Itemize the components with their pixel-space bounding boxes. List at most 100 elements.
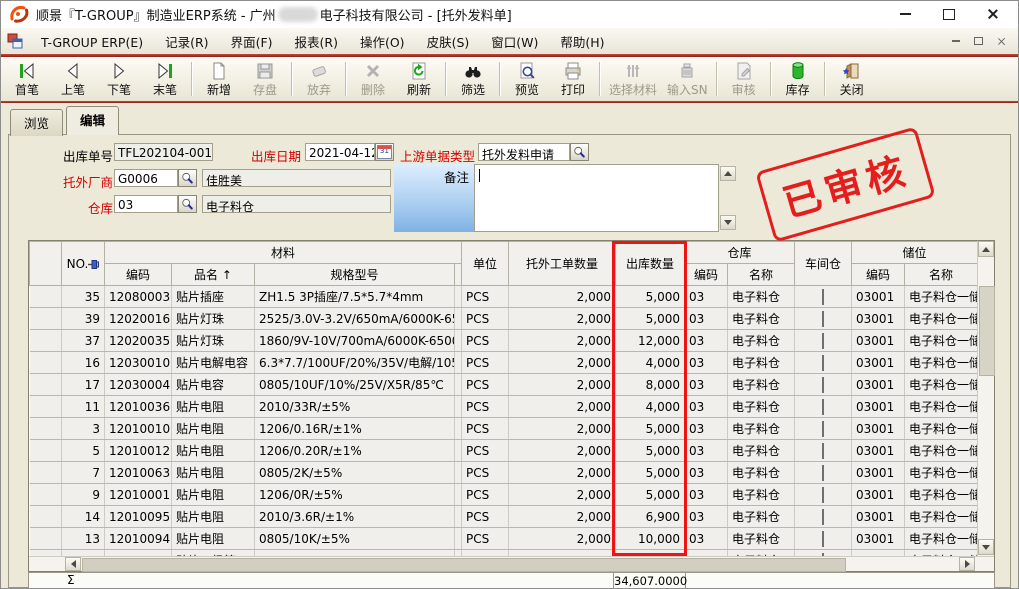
- cell-unit[interactable]: PCS: [462, 440, 509, 462]
- cell-material-name[interactable]: 贴片电阻: [172, 396, 255, 418]
- cell-spec[interactable]: 2010/33R/±5%: [255, 396, 455, 418]
- cell-warehouse-name[interactable]: 电子料仓: [728, 440, 795, 462]
- cell-out-qty[interactable]: 5,000: [616, 440, 685, 462]
- cell-warehouse-code[interactable]: 03: [685, 506, 728, 528]
- cell-bin-code[interactable]: 03001: [852, 286, 905, 308]
- cell-unit[interactable]: PCS: [462, 462, 509, 484]
- toolbar-button-last[interactable]: 末笔: [142, 59, 188, 99]
- cell-bin-code[interactable]: 03001: [852, 506, 905, 528]
- cell-warehouse-name[interactable]: 电子料仓: [728, 506, 795, 528]
- horizontal-scroll-thumb[interactable]: [82, 558, 846, 572]
- cell-warehouse-code[interactable]: 03: [685, 418, 728, 440]
- cell-bin-code[interactable]: 03001: [852, 374, 905, 396]
- vendor-code-field[interactable]: G0006: [114, 169, 178, 187]
- cell-bin-name[interactable]: 电子料仓一储: [905, 528, 977, 550]
- cell-bin-name[interactable]: 电子料仓一储: [905, 396, 977, 418]
- out-date-field[interactable]: 2021-04-12: [305, 143, 375, 161]
- cell-no[interactable]: 37: [62, 330, 105, 352]
- col-header-bin-code[interactable]: 编码: [852, 264, 905, 286]
- cell-material-code[interactable]: 12030004: [105, 374, 172, 396]
- cell-material-name[interactable]: 贴片电解电容: [172, 352, 255, 374]
- cell-workshop[interactable]: [795, 506, 852, 528]
- cell-wo-qty[interactable]: 2,000: [509, 308, 616, 330]
- cell-bin-code[interactable]: 03001: [852, 330, 905, 352]
- toolbar-button-refresh[interactable]: 刷新: [396, 59, 442, 99]
- cell-material-code[interactable]: 12010095: [105, 506, 172, 528]
- cell-material-code[interactable]: 12010036: [105, 396, 172, 418]
- scroll-left-button[interactable]: [65, 557, 81, 571]
- col-header-out-qty[interactable]: 出库数量: [616, 242, 685, 286]
- cell-sliver[interactable]: [455, 330, 462, 352]
- cell-unit[interactable]: PCS: [462, 506, 509, 528]
- row-selector[interactable]: [30, 396, 62, 418]
- cell-out-qty[interactable]: 8,000: [616, 374, 685, 396]
- cell-workshop[interactable]: [795, 462, 852, 484]
- workshop-checkbox[interactable]: [822, 377, 824, 393]
- toolbar-button-next[interactable]: 下笔: [96, 59, 142, 99]
- cell-bin-code[interactable]: 03001: [852, 528, 905, 550]
- cell-material-code[interactable]: 12010010: [105, 418, 172, 440]
- col-header-workshop[interactable]: 车间仓: [795, 242, 852, 286]
- cell-warehouse-code[interactable]: 03: [685, 352, 728, 374]
- cell-sliver[interactable]: [455, 352, 462, 374]
- col-header-wo-qty[interactable]: 托外工单数量: [509, 242, 616, 286]
- cell-no[interactable]: 14: [62, 506, 105, 528]
- cell-material-name[interactable]: 贴片电阻: [172, 462, 255, 484]
- cell-no[interactable]: 16: [62, 352, 105, 374]
- cell-material-code[interactable]: 12020016: [105, 308, 172, 330]
- vertical-scroll-thumb[interactable]: [979, 286, 995, 376]
- cell-workshop[interactable]: [795, 330, 852, 352]
- cell-wo-qty[interactable]: 2,000: [509, 462, 616, 484]
- cell-out-qty[interactable]: 12,000: [616, 330, 685, 352]
- row-selector[interactable]: [30, 374, 62, 396]
- cell-unit[interactable]: PCS: [462, 308, 509, 330]
- cell-warehouse-code[interactable]: 03: [685, 440, 728, 462]
- workshop-checkbox[interactable]: [822, 289, 824, 305]
- menu-item-操作[interactable]: 操作(O): [349, 32, 416, 53]
- toolbar-button-first[interactable]: 首笔: [4, 59, 50, 99]
- cell-wo-qty[interactable]: 2,000: [509, 374, 616, 396]
- row-selector[interactable]: [30, 308, 62, 330]
- col-header-bin-name[interactable]: 名称: [905, 264, 977, 286]
- cell-wo-qty[interactable]: 2,000: [509, 396, 616, 418]
- toolbar-button-print[interactable]: 打印: [550, 59, 596, 99]
- cell-warehouse-name[interactable]: 电子料仓: [728, 352, 795, 374]
- cell-material-name[interactable]: 贴片电容: [172, 374, 255, 396]
- cell-spec[interactable]: 1206/0.16R/±1%: [255, 418, 455, 440]
- cell-sliver[interactable]: [455, 374, 462, 396]
- scroll-down-button[interactable]: [978, 539, 994, 555]
- row-selector[interactable]: [30, 462, 62, 484]
- cell-no[interactable]: 3: [62, 418, 105, 440]
- window-maximize-button[interactable]: [941, 6, 957, 22]
- cell-warehouse-code[interactable]: 03: [685, 330, 728, 352]
- cell-warehouse-code[interactable]: 03: [685, 308, 728, 330]
- cell-bin-code[interactable]: 03001: [852, 484, 905, 506]
- cell-warehouse-code[interactable]: 03: [685, 528, 728, 550]
- window-minimize-button[interactable]: [897, 6, 913, 22]
- remark-scroll-down-button[interactable]: [720, 215, 736, 230]
- cell-material-name[interactable]: 贴片电阻: [172, 506, 255, 528]
- cell-wo-qty[interactable]: 2,000: [509, 418, 616, 440]
- cell-bin-name[interactable]: 电子料仓一储: [905, 418, 977, 440]
- cell-material-name[interactable]: 贴片灯珠: [172, 330, 255, 352]
- cell-material-code[interactable]: 12030010: [105, 352, 172, 374]
- vertical-scrollbar[interactable]: [977, 241, 994, 556]
- workshop-checkbox[interactable]: [822, 465, 824, 481]
- col-header-sliver[interactable]: [455, 264, 462, 286]
- window-close-button[interactable]: [985, 6, 1001, 22]
- cell-warehouse-name[interactable]: 电子料仓: [728, 462, 795, 484]
- cell-sliver[interactable]: [455, 462, 462, 484]
- cell-unit[interactable]: PCS: [462, 528, 509, 550]
- cell-no[interactable]: 11: [62, 396, 105, 418]
- toolbar-button-new[interactable]: 新增: [196, 59, 242, 99]
- cell-material-code[interactable]: 12010012: [105, 440, 172, 462]
- cell-unit[interactable]: PCS: [462, 286, 509, 308]
- row-selector[interactable]: [30, 528, 62, 550]
- toolbar-button-filter[interactable]: 筛选: [450, 59, 496, 99]
- cell-unit[interactable]: PCS: [462, 374, 509, 396]
- cell-warehouse-name[interactable]: 电子料仓: [728, 528, 795, 550]
- col-header-material-name[interactable]: 品名 ↑: [172, 264, 255, 286]
- child-minimize-button[interactable]: [948, 34, 963, 49]
- cell-warehouse-code[interactable]: 03: [685, 286, 728, 308]
- cell-material-code[interactable]: 12080003: [105, 286, 172, 308]
